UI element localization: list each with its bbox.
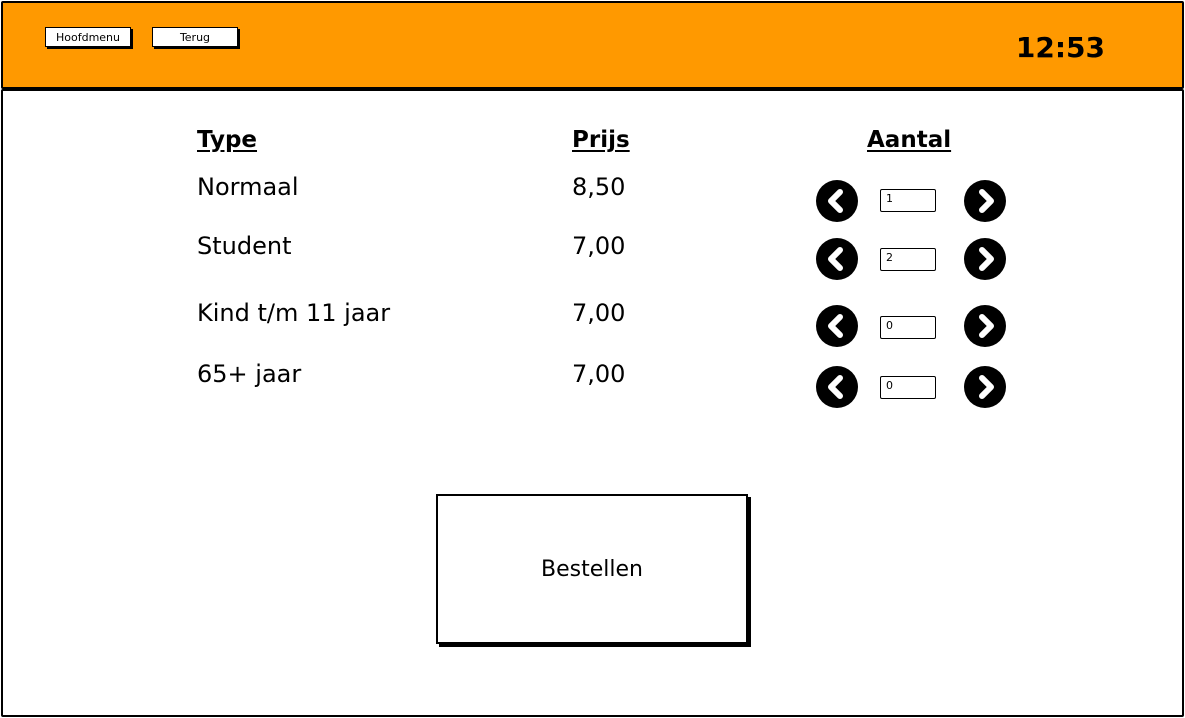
chevron-left-icon bbox=[828, 375, 843, 399]
ticket-price: 7,00 bbox=[572, 360, 626, 388]
top-bar: Hoofdmenu Terug 12:53 bbox=[1, 1, 1184, 89]
quantity-field[interactable]: 1 bbox=[880, 189, 936, 212]
column-header-type: Type bbox=[197, 127, 258, 153]
chevron-left-icon bbox=[828, 189, 843, 213]
back-button[interactable]: Terug bbox=[152, 27, 238, 47]
decrease-button[interactable] bbox=[816, 305, 858, 347]
ticket-type-label: Student bbox=[197, 232, 292, 260]
increase-button[interactable] bbox=[964, 180, 1006, 222]
chevron-right-icon bbox=[979, 189, 994, 213]
ticket-type-label: Normaal bbox=[197, 173, 299, 201]
ticket-price: 7,00 bbox=[572, 299, 626, 327]
quantity-field[interactable]: 0 bbox=[880, 316, 936, 339]
ticket-type-label: 65+ jaar bbox=[197, 360, 302, 388]
chevron-right-icon bbox=[979, 375, 994, 399]
quantity-field[interactable]: 0 bbox=[880, 376, 936, 399]
increase-button[interactable] bbox=[964, 238, 1006, 280]
main-menu-button[interactable]: Hoofdmenu bbox=[45, 27, 131, 47]
ticket-panel: Type Prijs Aantal Normaal 8,50 1 Student… bbox=[1, 89, 1184, 717]
ticket-price: 7,00 bbox=[572, 232, 626, 260]
chevron-left-icon bbox=[828, 247, 843, 271]
quantity-field[interactable]: 2 bbox=[880, 248, 936, 271]
order-button-label: Bestellen bbox=[541, 556, 643, 582]
decrease-button[interactable] bbox=[816, 238, 858, 280]
increase-button[interactable] bbox=[964, 305, 1006, 347]
column-header-count: Aantal bbox=[867, 127, 952, 153]
chevron-right-icon bbox=[979, 314, 994, 338]
column-header-price: Prijs bbox=[572, 127, 630, 153]
decrease-button[interactable] bbox=[816, 180, 858, 222]
order-button[interactable]: Bestellen bbox=[436, 494, 748, 644]
decrease-button[interactable] bbox=[816, 366, 858, 408]
chevron-left-icon bbox=[828, 314, 843, 338]
chevron-right-icon bbox=[979, 247, 994, 271]
increase-button[interactable] bbox=[964, 366, 1006, 408]
ticket-type-label: Kind t/m 11 jaar bbox=[197, 299, 391, 327]
ticket-price: 8,50 bbox=[572, 173, 626, 201]
clock: 12:53 bbox=[1015, 31, 1105, 64]
